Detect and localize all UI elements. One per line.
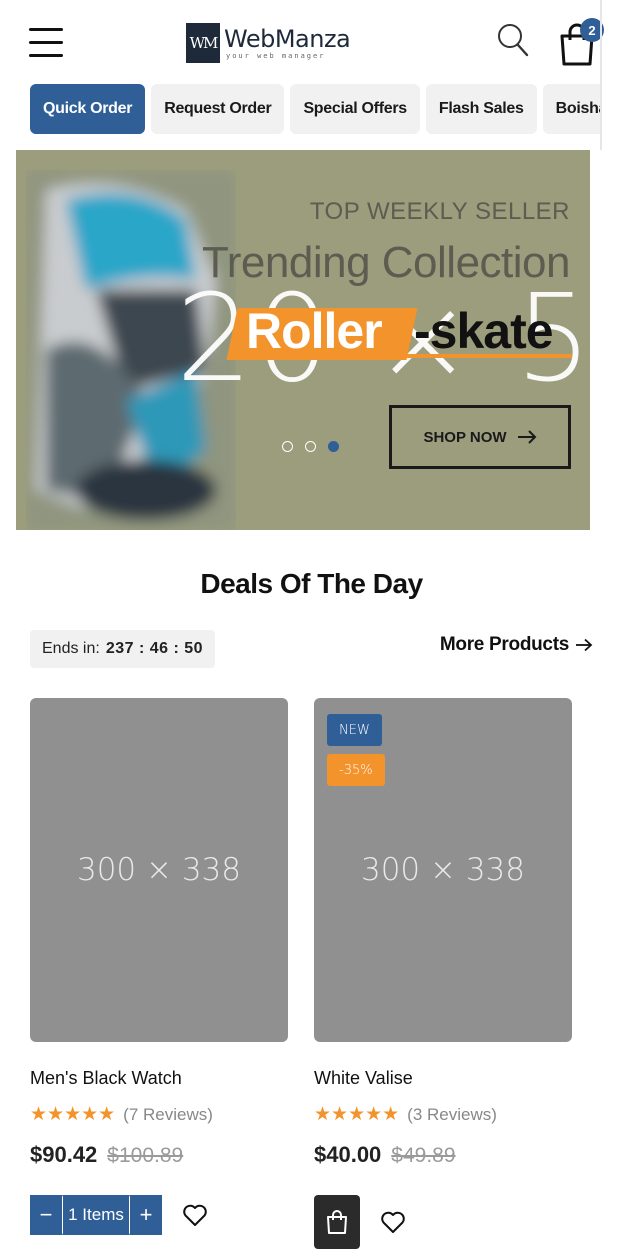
logo-mark: WM [186,23,220,63]
product-name[interactable]: Men's Black Watch [30,1068,288,1089]
category-tabs: Quick Order Request Order Special Offers Fl… [30,84,600,134]
add-to-cart-button[interactable] [314,1195,360,1249]
search-icon[interactable] [496,22,530,58]
brand-tagline: your web manager [226,52,326,60]
product-actions [314,1195,406,1249]
logo-text: WebManza your web manager [224,25,351,60]
hero-kicker: TOP WEEKLY SELLER [309,198,570,225]
review-count: (7 Reviews) [123,1104,213,1124]
logo[interactable]: WM WebManza your web manager [186,22,351,64]
product-actions: − 1 Items + [30,1195,208,1235]
product-price: $40.00 [314,1142,382,1167]
header: WM WebManza your web manager 2 [0,0,627,90]
discount-badge: -35% [327,754,385,786]
product-prices: $90.42 $100.89 [30,1142,288,1168]
carousel-dot-1[interactable] [282,441,293,452]
decrease-quantity-button[interactable]: − [30,1195,62,1235]
more-products-label: More Products [439,634,569,655]
increase-quantity-button[interactable]: + [130,1195,162,1235]
scroll-edge [600,0,602,150]
product-image[interactable]: 300 × 338 [30,698,288,1042]
heart-icon[interactable] [380,1209,406,1235]
product-rating: ★★★★★ (7 Reviews) [30,1103,288,1126]
hero-word-roller: Roller [246,303,383,359]
shopping-bag-icon [327,1210,347,1234]
menu-icon[interactable] [29,28,63,58]
product-rating: ★★★★★ (3 Reviews) [314,1103,572,1126]
star-icon: ★★★★★ [314,1104,400,1125]
carousel-dots [282,441,339,452]
brand-name: WebManza [224,25,351,53]
timer-label: Ends in: [42,640,100,657]
hero-title: Trending Collection [202,238,570,287]
review-count: (3 Reviews) [407,1104,497,1124]
product-image-placeholder: 300 × 338 [360,852,526,888]
product-card: 300 × 338 Men's Black Watch ★★★★★ (7 Rev… [30,698,288,1235]
product-card: 300 × 338 NEW -35% White Valise ★★★★★ (3… [314,698,572,1249]
hero-underline [232,354,572,358]
hero-word-skate: -skate [414,303,554,359]
more-products-link[interactable]: More Products [440,634,593,656]
hero-banner[interactable]: 20 × 520 TOP WEEKLY SELLER Trending Coll… [16,150,590,530]
new-badge: NEW [327,714,382,746]
product-prices: $40.00 $49.89 [314,1142,572,1168]
arrow-right-icon [576,638,593,652]
quantity-value[interactable]: 1 Items [62,1195,130,1235]
tab-quick-order[interactable]: Quick Order [30,84,146,134]
countdown-timer: Ends in: 237 : 46 : 50 [30,630,216,668]
product-old-price: $49.89 [391,1144,456,1167]
timer-value: 237 : 46 : 50 [105,640,204,657]
tab-special-offers[interactable]: Special Offers [290,84,420,134]
product-image-placeholder: 300 × 338 [76,852,242,888]
heart-icon[interactable] [182,1202,208,1228]
product-name[interactable]: White Valise [314,1068,572,1089]
deals-title: Deals Of The Day [200,568,423,599]
tab-boishakhi[interactable]: Boishakhi [542,84,600,134]
arrow-right-icon [517,430,536,444]
quantity-stepper: − 1 Items + [30,1195,162,1235]
shop-now-button[interactable]: SHOP NOW [389,405,571,469]
carousel-dot-2[interactable] [305,441,316,452]
carousel-dot-3[interactable] [328,441,339,452]
tab-flash-sales[interactable]: Flash Sales [425,84,537,134]
star-icon: ★★★★★ [30,1104,116,1125]
product-old-price: $100.89 [107,1144,184,1167]
product-image[interactable]: 300 × 338 NEW -35% [314,698,572,1042]
shop-now-label: SHOP NOW [423,428,507,446]
tab-request-order[interactable]: Request Order [151,84,285,134]
product-price: $90.42 [30,1142,98,1167]
